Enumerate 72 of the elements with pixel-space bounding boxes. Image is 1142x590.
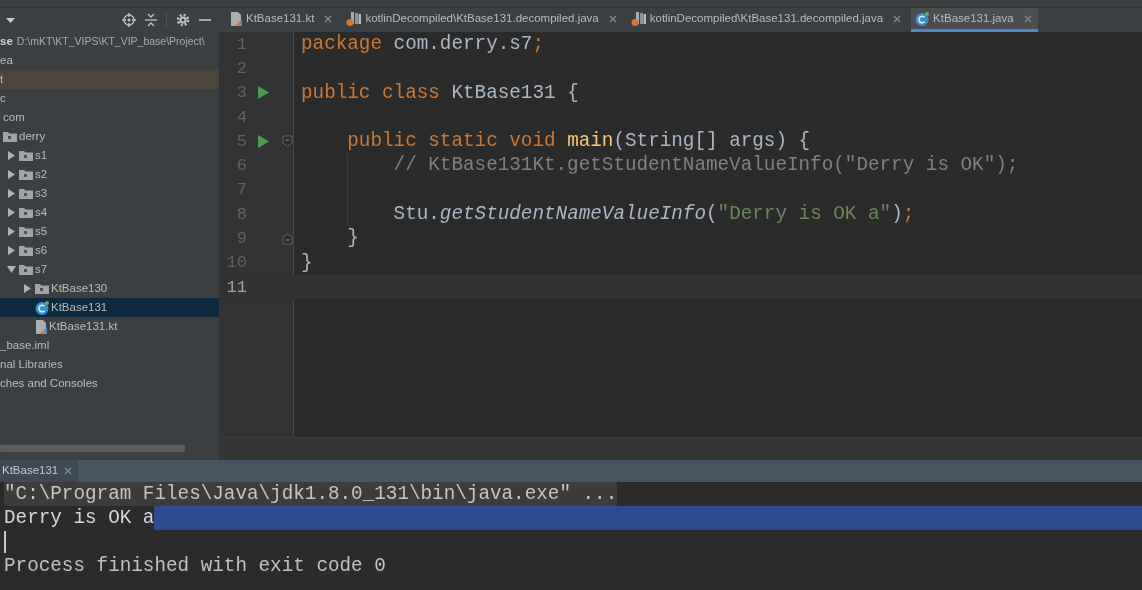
- kotlin-file-icon: [230, 11, 242, 26]
- tree-item[interactable]: KtBase131.kt: [0, 317, 219, 336]
- tree-item[interactable]: KtBase131: [0, 298, 219, 317]
- tree-item[interactable]: ches and Consoles: [0, 374, 219, 393]
- code-line: // KtBase131Kt.getStudentNameValueInfo("Derry is OK");: [392, 154, 1019, 177]
- class-icon: [915, 11, 930, 26]
- code-line: }: [346, 227, 359, 250]
- console-command: "C:\Program Files\Java\jdk1.8.0_131\bin\java.exe" ...: [4, 482, 618, 506]
- tree-item[interactable]: nal Libraries: [0, 355, 219, 374]
- tree-item[interactable]: t: [0, 70, 219, 89]
- console-output: Derry is OK a: [4, 506, 155, 530]
- editor-tab[interactable]: KtBase131.kt: [226, 8, 339, 32]
- folder-icon: [19, 169, 33, 180]
- tree-item[interactable]: _base.iml: [0, 336, 219, 355]
- close-icon[interactable]: [1023, 14, 1032, 23]
- code-line: public class KtBase131 {: [301, 81, 579, 104]
- decompiled-file-icon: [630, 11, 646, 26]
- tree-item[interactable]: s6: [0, 241, 219, 260]
- kotlin-file-icon: [35, 319, 47, 334]
- code-line: Stu.getStudentNameValueInfo("Derry is OK a");: [392, 203, 915, 226]
- close-icon[interactable]: [608, 14, 617, 23]
- run-icon[interactable]: [257, 134, 269, 148]
- caret-right-icon[interactable]: [24, 284, 32, 293]
- tree-item[interactable]: s5: [0, 222, 219, 241]
- project-path: D:\mKT\KT_VIPS\KT_VIP_base\Project\: [16, 33, 205, 49]
- editor-tab[interactable]: kotlinDecompiled\KtBase131.decompiled.java: [626, 8, 908, 32]
- scrollbar-thumb[interactable]: [0, 445, 185, 452]
- horizontal-scrollbar-track[interactable]: [220, 437, 1142, 460]
- editor-tab[interactable]: KtBase131.java: [911, 8, 1038, 32]
- settings-icon[interactable]: [176, 13, 190, 27]
- folder-icon: [35, 283, 49, 294]
- folder-icon: [19, 226, 33, 237]
- dropdown-caret-icon[interactable]: [6, 17, 15, 23]
- console-output: Process finished with exit code 0: [4, 554, 386, 578]
- close-icon[interactable]: [64, 467, 73, 475]
- close-icon[interactable]: [893, 14, 902, 23]
- tree-item[interactable]: com: [0, 108, 219, 127]
- collapse-all-icon[interactable]: [145, 13, 157, 27]
- tree-item[interactable]: derry: [0, 127, 219, 146]
- folder-icon: [19, 150, 33, 161]
- caret-right-icon[interactable]: [8, 208, 16, 217]
- decompiled-file-icon: [346, 11, 362, 26]
- caret-right-icon[interactable]: [8, 151, 16, 160]
- run-tab[interactable]: KtBase131: [0, 460, 79, 482]
- caret-right-icon[interactable]: [8, 189, 16, 198]
- crosshair-icon[interactable]: [122, 13, 136, 27]
- folder-icon: [19, 207, 33, 218]
- editor-tab[interactable]: kotlinDecompiled\KtBase131.decompiled.java: [342, 8, 623, 32]
- tree-item[interactable]: ea: [0, 51, 219, 70]
- folder-icon: [19, 188, 33, 199]
- code-line: public static void main(String[] args) {: [346, 130, 811, 153]
- tree-item[interactable]: s2: [0, 165, 219, 184]
- close-icon[interactable]: [324, 14, 333, 23]
- caret-right-icon[interactable]: [8, 170, 16, 179]
- folder-icon: [3, 131, 17, 142]
- run-icon[interactable]: [257, 86, 269, 100]
- tree-item[interactable]: c: [0, 89, 219, 108]
- line-number: 11: [225, 278, 247, 296]
- folder-icon: [19, 264, 33, 275]
- tree-item[interactable]: s1: [0, 146, 219, 165]
- caret-right-icon[interactable]: [8, 227, 16, 236]
- caret-right-icon[interactable]: [8, 246, 16, 255]
- tree-item[interactable]: s3: [0, 184, 219, 203]
- caret-down-icon[interactable]: [7, 266, 16, 273]
- folder-icon: [19, 245, 33, 256]
- tree-item[interactable]: se D:\mKT\KT_VIPS\KT_VIP_base\Project\: [0, 32, 219, 51]
- tree-item[interactable]: s7: [0, 260, 219, 279]
- code-line: }: [301, 251, 313, 274]
- tree-item[interactable]: s4: [0, 203, 219, 222]
- tree-item[interactable]: KtBase130: [0, 279, 219, 298]
- code-line: package com.derry.s7;: [301, 33, 544, 55]
- class-icon: [35, 300, 49, 315]
